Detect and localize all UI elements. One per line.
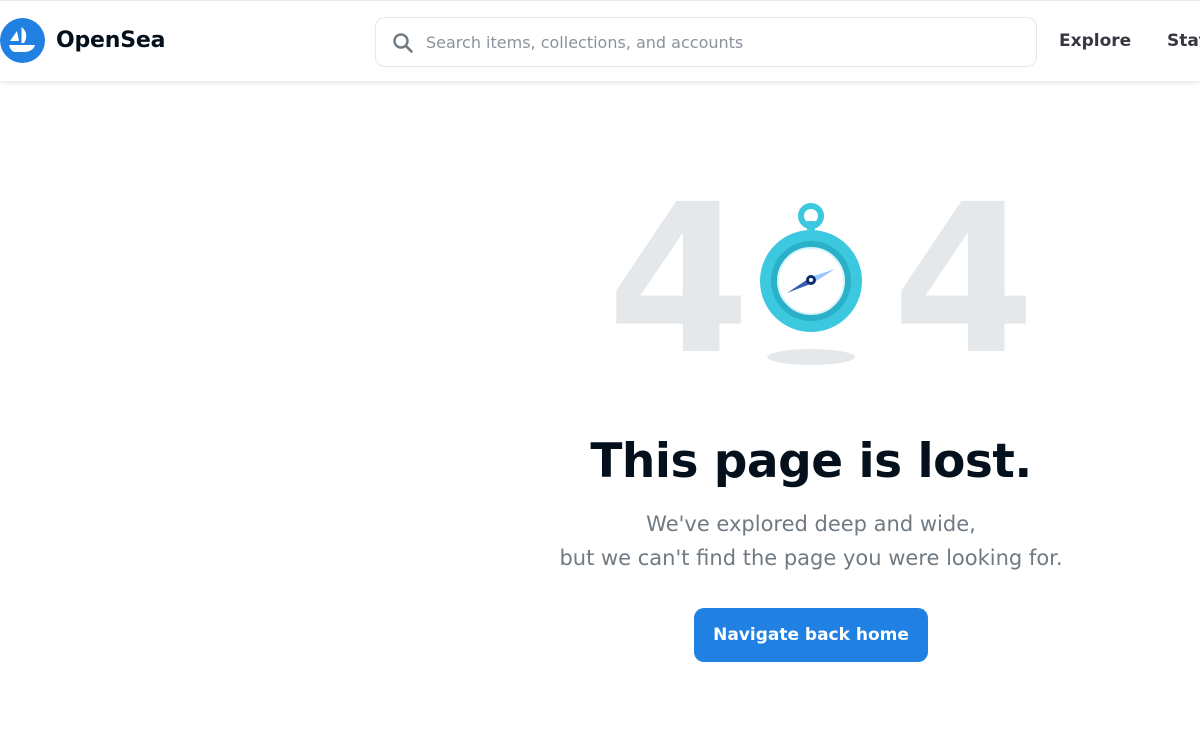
error-404-illustration: 4 4	[595, 177, 1035, 383]
nav-stats[interactable]: Stat	[1167, 31, 1200, 51]
brand-home-link[interactable]: OpenSea	[0, 18, 165, 63]
error-message-line-1: We've explored deep and wide,	[646, 512, 976, 536]
compass-icon	[760, 203, 862, 365]
error-digit-right: 4	[892, 160, 1036, 400]
page-title: This page is lost.	[590, 434, 1032, 489]
error-message-line-2: but we can't find the page you were look…	[559, 546, 1063, 570]
opensea-ship-logo-icon	[0, 18, 45, 63]
error-message: We've explored deep and wide, but we can…	[422, 507, 1200, 575]
search-bar[interactable]	[375, 17, 1037, 67]
search-input[interactable]	[426, 18, 1026, 66]
top-navbar: OpenSea Explore Stat	[0, 0, 1200, 81]
navigate-home-button[interactable]: Navigate back home	[694, 608, 928, 662]
search-icon	[393, 33, 413, 53]
brand-name: OpenSea	[56, 28, 166, 53]
nav-explore[interactable]: Explore	[1059, 31, 1131, 51]
error-digit-left: 4	[607, 160, 751, 400]
